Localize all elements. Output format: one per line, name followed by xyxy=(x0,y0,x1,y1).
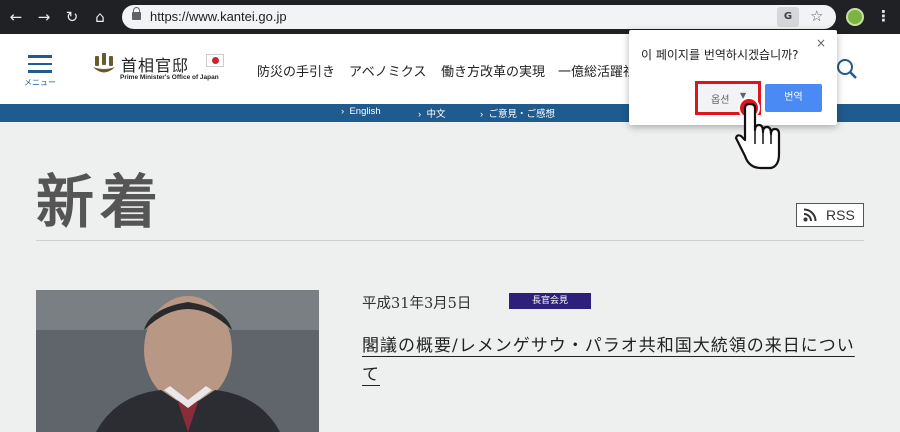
person-photo-image xyxy=(36,290,319,432)
extension-icon[interactable] xyxy=(846,8,864,26)
url-text: https://www.kantei.go.jp xyxy=(150,9,287,24)
category-badge[interactable]: 長官会見 xyxy=(509,293,591,309)
reload-icon[interactable]: ↻ xyxy=(62,7,82,27)
home-icon[interactable]: ⌂ xyxy=(90,7,110,27)
divider xyxy=(36,240,864,241)
paulownia-crest-icon xyxy=(93,53,115,73)
browser-toolbar: ← → ↻ ⌂ https://www.kantei.go.jp G ☆ ⋮ xyxy=(0,0,900,34)
rss-label: RSS xyxy=(826,207,855,223)
menu-label: メニュー xyxy=(24,78,56,87)
forward-icon[interactable]: → xyxy=(34,7,54,27)
hamburger-menu-icon[interactable] xyxy=(28,55,52,73)
nav-item-disaster[interactable]: 防災の手引き xyxy=(257,61,335,80)
article-headline-link[interactable]: 閣議の概要/レメンゲサウ・パラオ共和国大統領の来日について xyxy=(362,332,862,390)
lock-icon xyxy=(132,7,141,20)
search-icon[interactable] xyxy=(836,58,858,80)
translate-icon[interactable]: G xyxy=(777,7,799,27)
nav-item-dynamic-engagement[interactable]: 一億総活躍社 xyxy=(558,61,636,80)
close-icon[interactable]: × xyxy=(816,36,826,50)
star-icon[interactable]: ☆ xyxy=(810,7,823,25)
page-title: 新着 xyxy=(36,168,165,236)
logo-text-en: Prime Minister's Office of Japan xyxy=(120,74,219,81)
logo-text-jp[interactable]: 首相官邸 xyxy=(121,52,189,76)
article-date: 平成31年3月5日 xyxy=(362,296,472,312)
nav-item-abenomics[interactable]: アベノミクス xyxy=(349,61,426,80)
article-thumbnail[interactable] xyxy=(36,290,319,432)
pointer-hand-icon xyxy=(734,97,781,170)
lang-link-english[interactable]: › English xyxy=(341,106,381,117)
translate-question: 이 페이지를 번역하시겠습니까? xyxy=(641,48,799,62)
feedback-link[interactable]: › ご意見・ご感想 xyxy=(480,106,555,120)
kebab-icon[interactable]: ⋮ xyxy=(876,7,891,25)
lang-link-chinese[interactable]: › 中文 xyxy=(418,106,445,120)
back-icon[interactable]: ← xyxy=(6,7,26,27)
address-bar[interactable]: https://www.kantei.go.jp G ☆ xyxy=(122,5,836,29)
nav-item-work-reform[interactable]: 働き方改革の実現 xyxy=(441,61,545,80)
rss-icon xyxy=(803,208,817,222)
rss-button[interactable]: RSS xyxy=(796,203,864,227)
japan-flag-icon xyxy=(206,54,224,67)
